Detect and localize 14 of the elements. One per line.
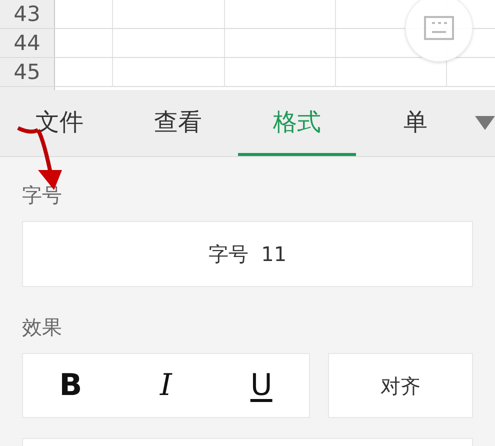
keyboard-icon [424, 16, 454, 40]
font-size-field[interactable]: 字号 11 [22, 221, 473, 287]
italic-button[interactable]: I [136, 363, 196, 408]
row-header: 43 [0, 0, 55, 28]
caret-icon [475, 116, 495, 130]
tab[interactable]: 单 [356, 90, 475, 156]
bold-button[interactable]: B [40, 363, 101, 408]
section-label: 字号 [22, 185, 62, 205]
row-header: 45 [0, 58, 55, 86]
align-button[interactable]: 对齐 [328, 353, 473, 418]
underline-button[interactable]: U [231, 363, 292, 408]
row-header: 44 [0, 29, 55, 57]
section-label: 效果 [22, 317, 62, 337]
tab[interactable]: 查看 [118, 90, 238, 156]
